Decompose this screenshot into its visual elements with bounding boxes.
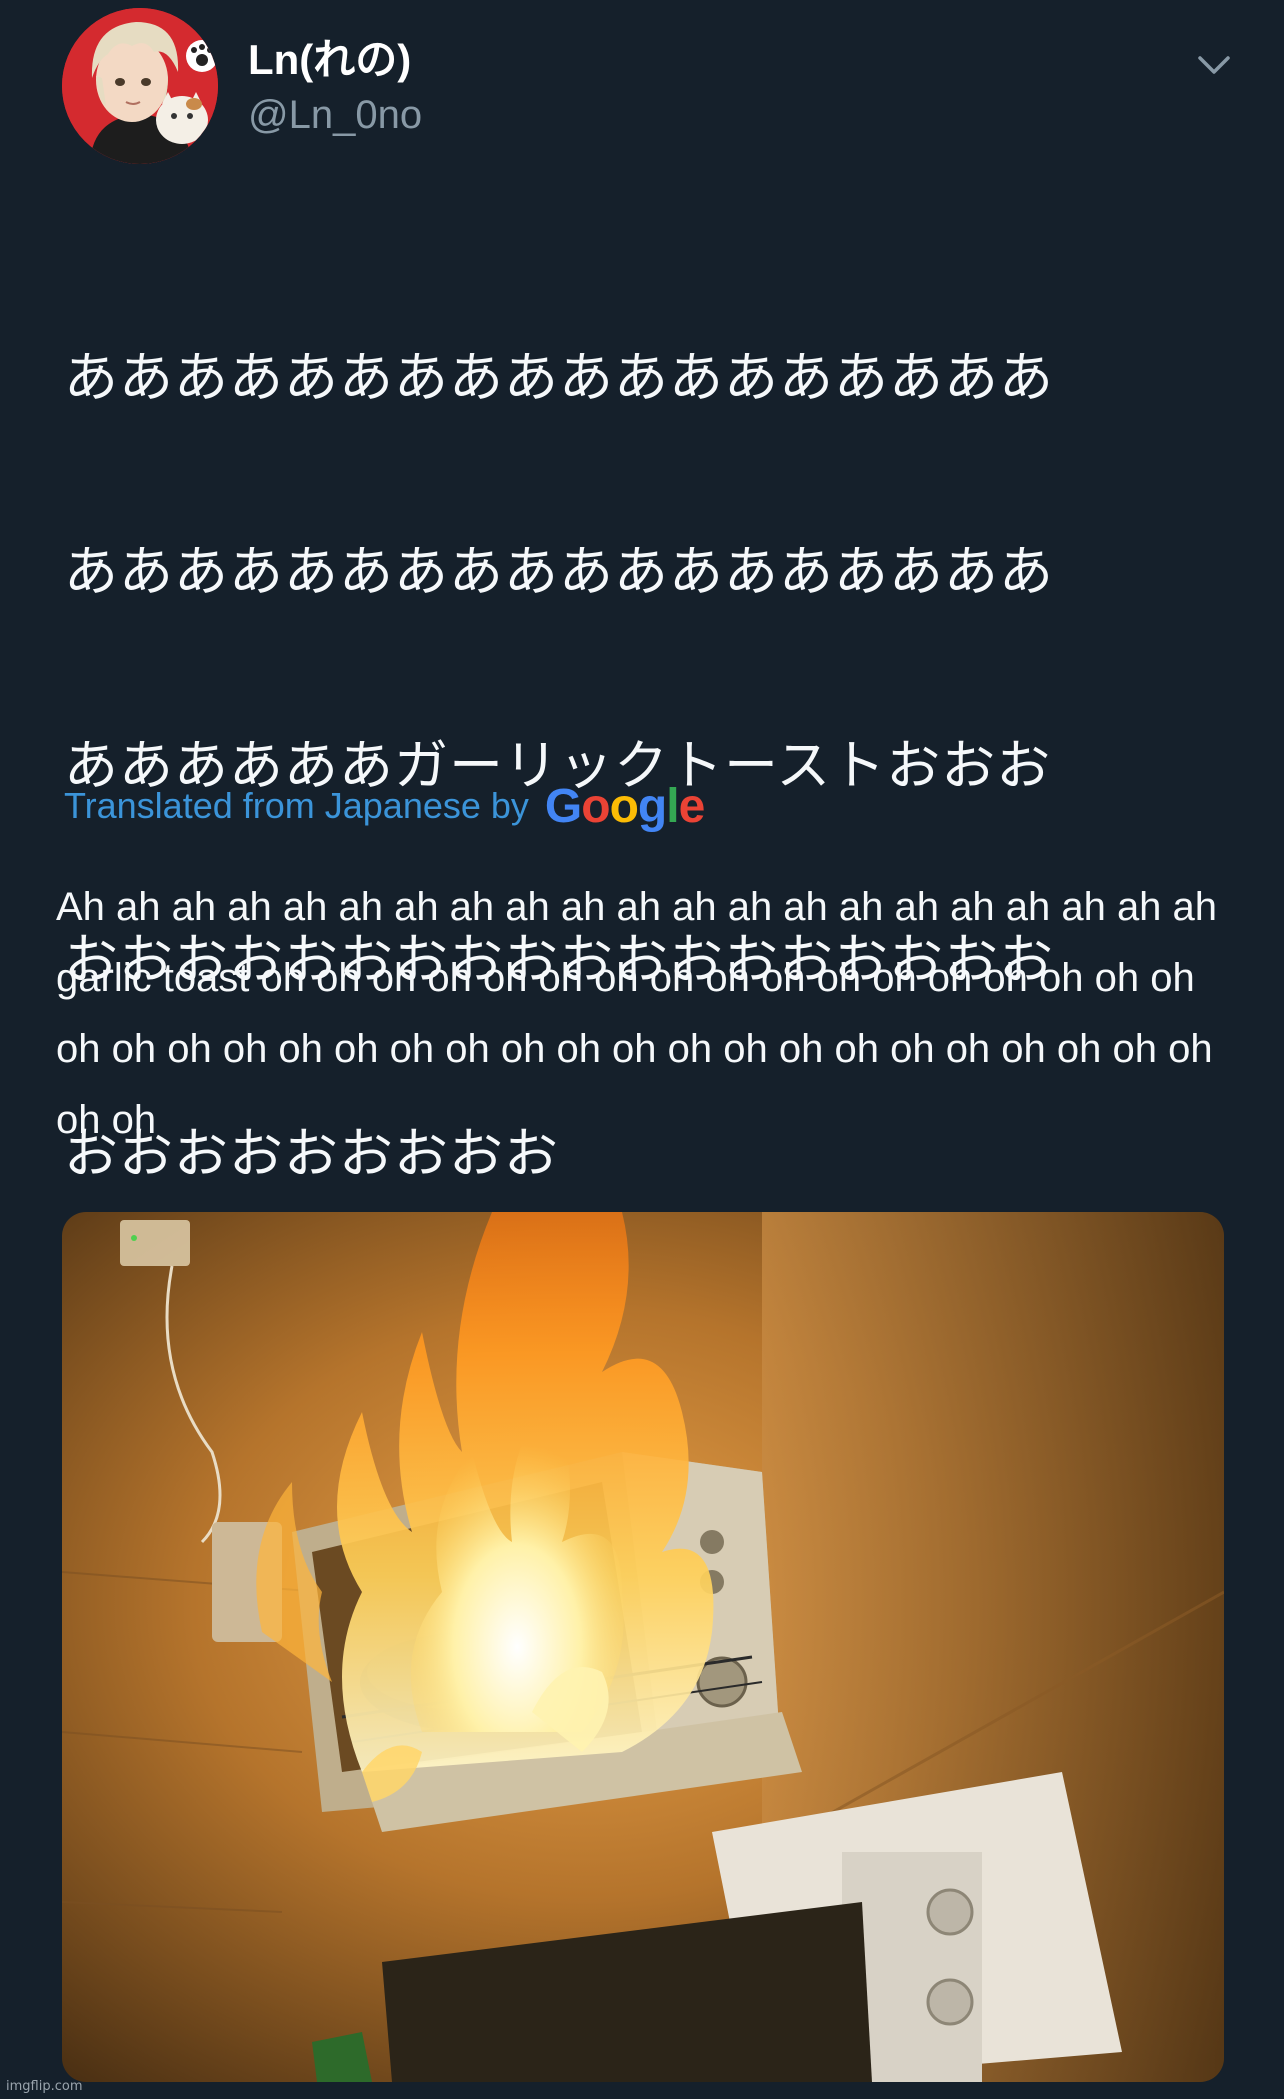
tweet-photo[interactable] bbox=[62, 1212, 1224, 2082]
imgflip-watermark: imgflip.com bbox=[6, 2079, 83, 2094]
translated-by-link[interactable]: Translated from Japanese by G o o g l e bbox=[64, 776, 706, 836]
google-logo-letter: g bbox=[637, 779, 667, 833]
user-handle[interactable]: @Ln_0no bbox=[248, 92, 422, 138]
tweet-header: Ln(れの) @Ln_0no bbox=[62, 8, 1230, 164]
tweet-text-line: ああああああああああああああああああ bbox=[64, 346, 1054, 409]
google-logo-letter: o bbox=[581, 779, 610, 833]
avatar[interactable] bbox=[62, 8, 218, 164]
google-logo: G o o g l e bbox=[544, 779, 706, 834]
google-logo-letter: G bbox=[544, 779, 582, 833]
tweet-text-line: ああああああああああああああああああ bbox=[64, 540, 1054, 603]
google-logo-letter: l bbox=[666, 779, 679, 833]
google-logo-letter: o bbox=[609, 779, 639, 833]
translated-text: Ah ah ah ah ah ah ah ah ah ah ah ah ah a… bbox=[56, 885, 1218, 1142]
display-name[interactable]: Ln(れの) bbox=[248, 36, 411, 84]
anime-avatar-icon bbox=[62, 8, 218, 164]
chevron-down-icon bbox=[1198, 56, 1230, 74]
google-logo-letter: e bbox=[678, 779, 706, 833]
translated-from-label: Translated from Japanese by bbox=[64, 785, 529, 826]
toaster-fire-photo bbox=[62, 1212, 1224, 2082]
more-options-button[interactable] bbox=[1184, 34, 1244, 94]
